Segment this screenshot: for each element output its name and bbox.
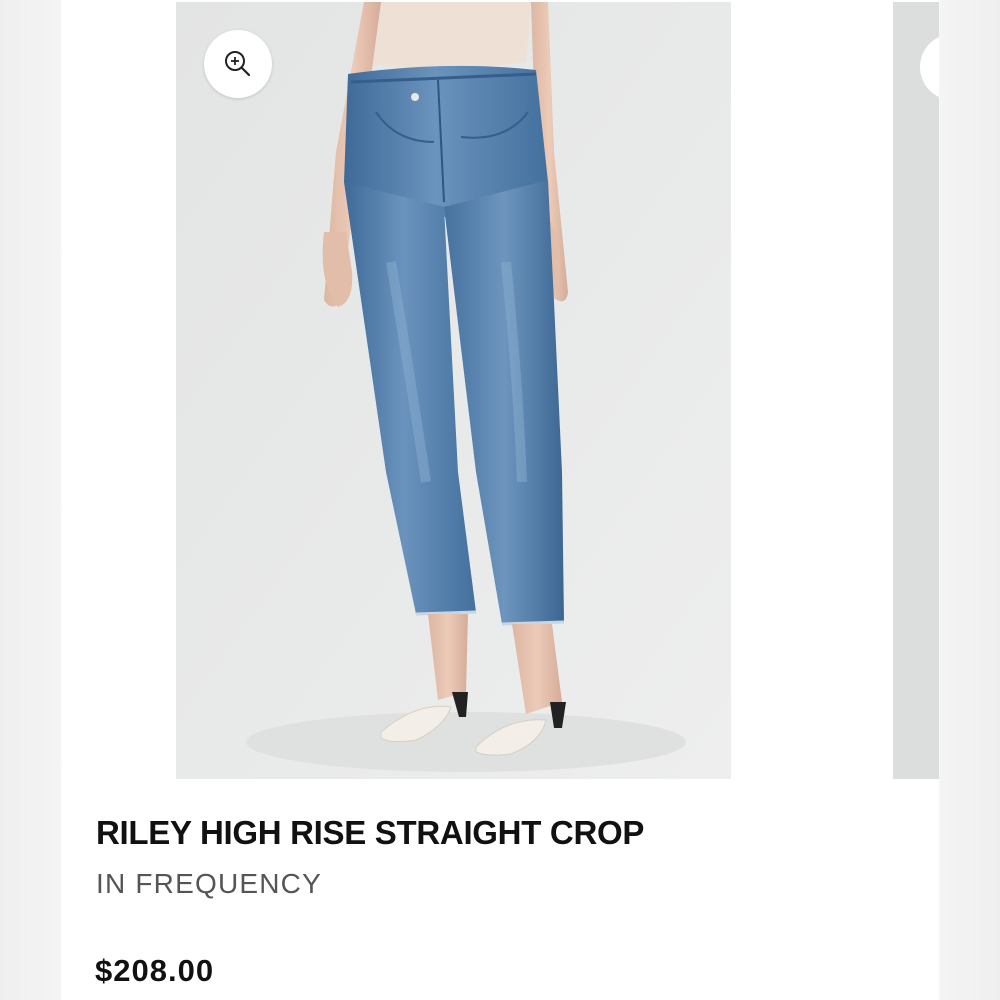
model-wearing-jeans-image: [176, 2, 731, 779]
next-product-image-peek[interactable]: [893, 2, 939, 779]
zoom-button[interactable]: [204, 30, 272, 98]
product-image[interactable]: [176, 2, 731, 779]
zoom-in-icon: [225, 51, 251, 77]
brand-name[interactable]: IN FREQUENCY: [96, 868, 322, 900]
product-price: $208.00: [95, 953, 215, 988]
product-title[interactable]: RILEY HIGH RISE STRAIGHT CROP: [96, 814, 644, 852]
next-zoom-button-peek[interactable]: [920, 34, 939, 100]
